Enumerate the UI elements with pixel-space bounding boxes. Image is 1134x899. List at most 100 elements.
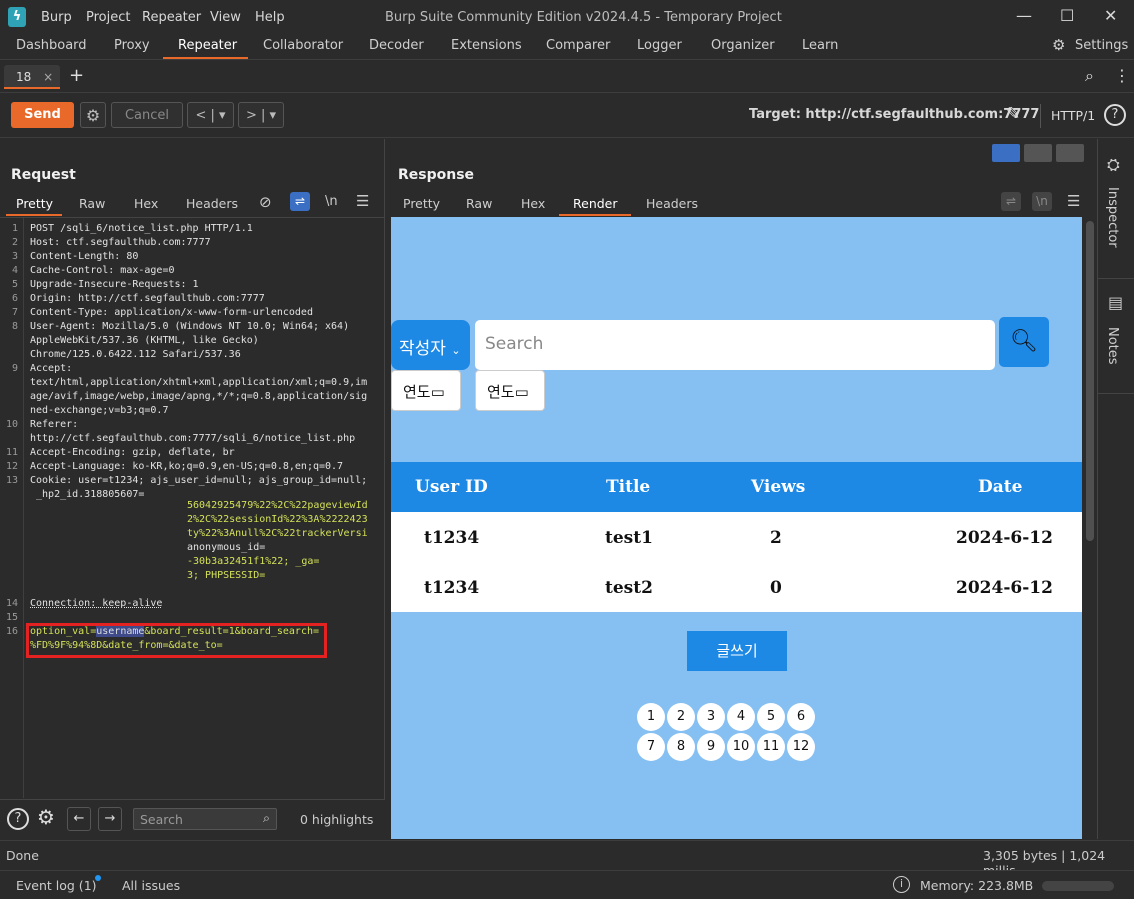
tab-organizer[interactable]: Organizer [711,38,775,53]
page-link[interactable]: 11 [757,733,785,761]
repeater-tab[interactable]: 18 × [4,65,60,89]
next-match-icon[interactable]: → [98,807,122,831]
tab-learn[interactable]: Learn [802,38,838,53]
menu-repeater[interactable]: Repeater [142,10,201,25]
page-link[interactable]: 1 [637,703,665,731]
tab-extensions[interactable]: Extensions [451,38,522,53]
close-icon[interactable]: ✕ [1104,6,1117,25]
request-tab-headers[interactable]: Headers [186,196,238,211]
send-button[interactable]: Send [11,102,74,128]
more-options-icon[interactable]: ⋮ [1114,66,1130,85]
cookie-fragment: 2%2C%22sessionId%22%3A%2222423 [187,514,368,525]
memory-bar [1042,881,1114,891]
menu-help[interactable]: Help [255,10,285,25]
date-from-input[interactable]: 연도▭ [391,370,461,411]
help-icon[interactable]: ? [7,808,29,830]
tab-comparer[interactable]: Comparer [546,38,610,53]
page-link[interactable]: 8 [667,733,695,761]
line-number: 11 [5,447,18,458]
response-tab-raw[interactable]: Raw [466,196,492,211]
menu-project[interactable]: Project [86,10,130,25]
back-button[interactable]: < | ▾ [187,102,234,128]
edit-target-icon[interactable]: ✎ [1006,104,1020,124]
minimize-icon[interactable]: — [1016,6,1032,25]
response-tab-pretty[interactable]: Pretty [403,196,440,211]
code-line: Referer: [30,419,79,430]
tab-close-icon[interactable]: × [43,70,53,84]
select-value: 작성자 [399,339,446,359]
tab-collaborator[interactable]: Collaborator [263,38,343,53]
divider [1098,278,1134,279]
settings-button[interactable]: Settings [1075,38,1128,53]
response-tab-headers[interactable]: Headers [646,196,698,211]
newline-toggle[interactable]: \n [325,194,338,209]
inspector-tab[interactable]: Inspector [1105,187,1120,248]
page-link[interactable]: 5 [757,703,785,731]
notes-icon[interactable]: ▤ [1108,293,1123,312]
line-number: 7 [11,307,18,318]
page-link[interactable]: 12 [787,733,815,761]
all-issues-link[interactable]: All issues [122,878,180,893]
response-scrollbar[interactable] [1084,217,1096,839]
event-log-link[interactable]: Event log (1) [16,878,97,893]
hide-icon[interactable]: ⊘ [259,193,272,211]
newline-toggle[interactable]: \n [1032,192,1052,211]
date-to-input[interactable]: 연도▭ [475,370,545,411]
settings-gear-icon[interactable]: ⚙ [37,805,55,829]
page-link[interactable]: 4 [727,703,755,731]
split-view-icon[interactable] [992,144,1020,162]
cell-views: 0 [770,578,782,598]
menu-icon[interactable]: ☰ [1067,192,1080,210]
gear-icon[interactable]: ⚙ [1052,36,1065,54]
request-tab-pretty[interactable]: Pretty [16,196,53,211]
maximize-icon[interactable]: ☐ [1060,6,1074,25]
search-field-select[interactable]: 작성자 ⌄ [391,320,470,370]
page-link[interactable]: 9 [697,733,725,761]
search-icon[interactable]: ⌕ [1085,66,1094,86]
page-link[interactable]: 10 [727,733,755,761]
tab-repeater[interactable]: Repeater [178,38,237,53]
menu-icon[interactable]: ☰ [356,192,369,210]
page-link[interactable]: 2 [667,703,695,731]
write-post-button[interactable]: 글쓰기 [687,631,787,671]
info-icon[interactable]: i [893,876,910,893]
request-search-input[interactable]: Search ⌕ [133,808,277,830]
wrap-lines-icon[interactable]: ⇌ [290,192,310,211]
notes-tab[interactable]: Notes [1105,327,1120,365]
previous-match-icon[interactable]: ← [67,807,91,831]
annotation-red-box [26,623,327,658]
cookie-fragment: anonymous_id= [187,542,266,553]
tab-decoder[interactable]: Decoder [369,38,424,53]
bottom-bar: Event log (1) All issues i Memory: 223.8… [0,870,1134,899]
line-number: 16 [5,626,18,637]
page-link[interactable]: 7 [637,733,665,761]
response-tab-render[interactable]: Render [573,196,618,211]
add-tab-button[interactable]: + [69,65,84,86]
tab-proxy[interactable]: Proxy [114,38,150,53]
tab-dashboard[interactable]: Dashboard [16,38,87,53]
http-version[interactable]: HTTP/1 [1051,108,1095,123]
request-tab-raw[interactable]: Raw [79,196,105,211]
cell-title[interactable]: test1 [605,528,653,548]
search-button[interactable]: 🔍︎ [999,317,1049,367]
request-tab-hex[interactable]: Hex [134,196,158,211]
inspector-icon[interactable]: ⛭ [1107,155,1120,175]
forward-button[interactable]: > | ▾ [238,102,284,128]
scrollbar-thumb[interactable] [1086,221,1094,541]
tab-logger[interactable]: Logger [637,38,682,53]
response-tab-hex[interactable]: Hex [521,196,545,211]
wrap-lines-icon[interactable]: ⇌ [1001,192,1021,211]
help-icon[interactable]: ? [1104,104,1126,126]
cell-title[interactable]: test2 [605,578,653,598]
board-search-input[interactable]: Search [475,320,995,370]
stacked-view-icon[interactable] [1024,144,1052,162]
status-text: Done [6,848,39,863]
page-link[interactable]: 6 [787,703,815,731]
menu-burp[interactable]: Burp [41,10,72,25]
settings-gear-icon[interactable]: ⚙ [80,102,106,128]
cancel-button[interactable]: Cancel [111,102,183,128]
page-link[interactable]: 3 [697,703,725,731]
request-editor[interactable]: 1 POST /sqli_6/notice_list.php HTTP/1.1 2 H… [0,217,384,798]
single-view-icon[interactable] [1056,144,1084,162]
menu-view[interactable]: View [210,10,241,25]
